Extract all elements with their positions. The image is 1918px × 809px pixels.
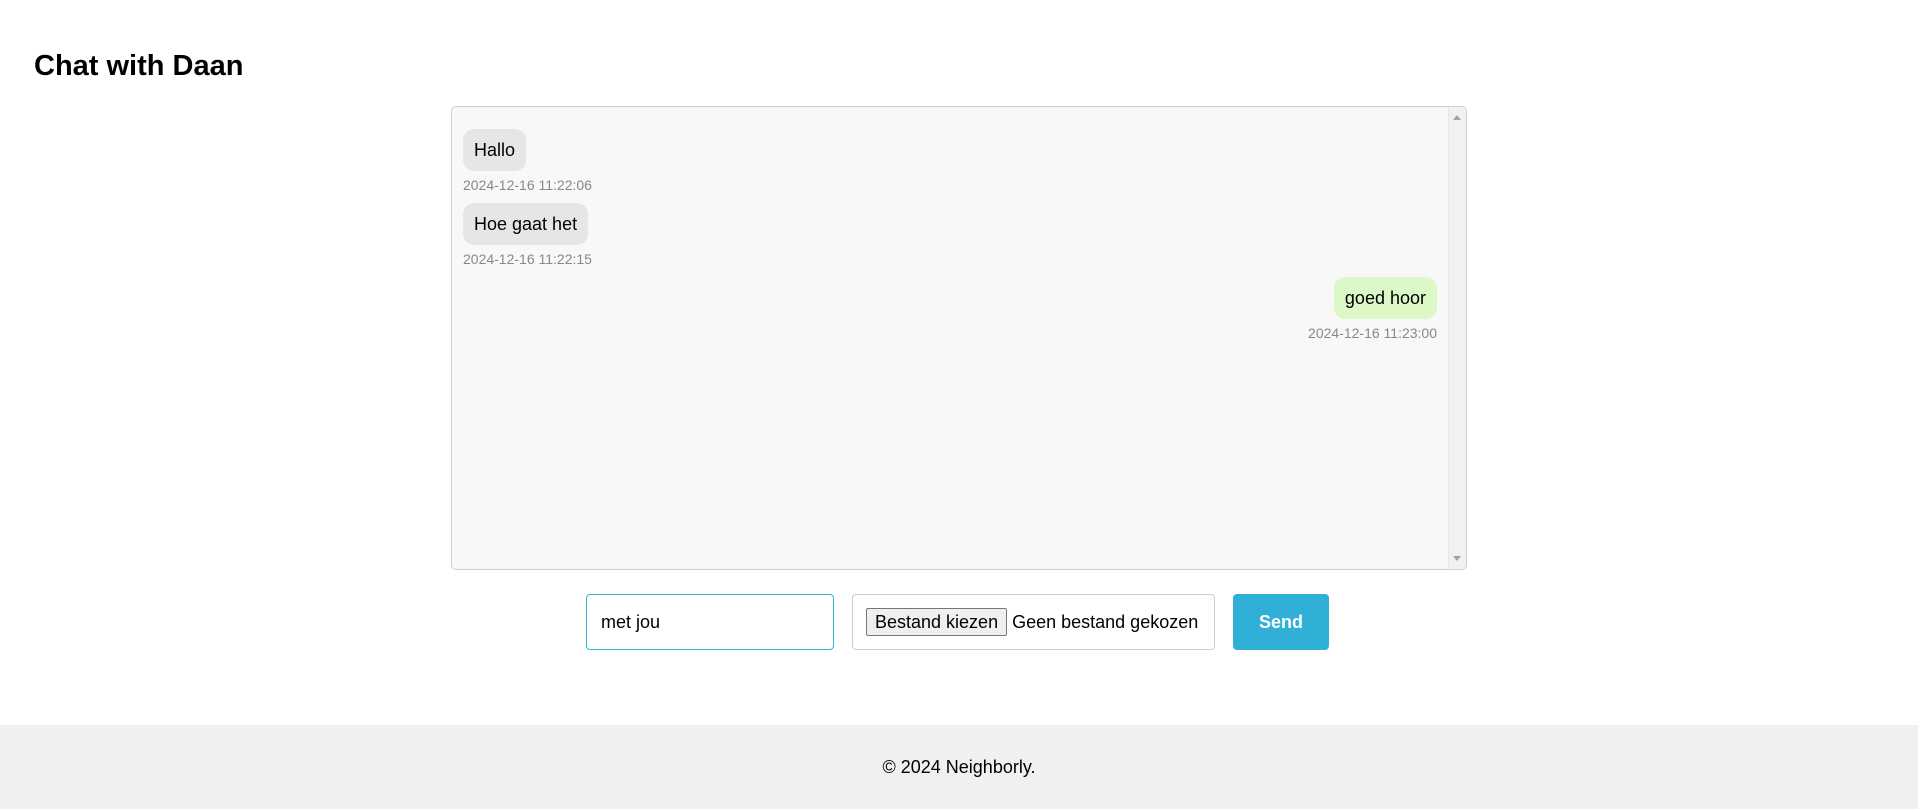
chat-page: Chat with Daan Hallo 2024-12-16 11:22:06… [0,0,1918,809]
footer-copyright: © 2024 Neighborly. [882,756,1036,777]
message-input[interactable] [586,594,834,650]
choose-file-button[interactable]: Bestand kiezen [866,608,1008,636]
message-bubble: Hallo [463,129,527,171]
page-title: Chat with Daan [34,50,244,82]
message-bubble: goed hoor [1333,277,1437,319]
message-composer: Bestand kiezen Geen bestand gekozen Send [586,594,1329,650]
message-item: Hallo 2024-12-16 11:22:06 [463,129,1437,193]
message-timestamp: 2024-12-16 11:22:06 [463,177,592,193]
file-status-text: Geen bestand gekozen [1012,611,1199,632]
message-item: Hoe gaat het 2024-12-16 11:22:15 [463,203,1437,267]
scroll-down-arrow-icon[interactable] [1453,556,1461,561]
scroll-up-arrow-icon[interactable] [1453,115,1461,120]
chat-window: Hallo 2024-12-16 11:22:06 Hoe gaat het 2… [451,106,1467,570]
message-timestamp: 2024-12-16 11:23:00 [1308,325,1437,341]
message-timestamp: 2024-12-16 11:22:15 [463,251,592,267]
chat-scrollbar[interactable] [1448,107,1466,569]
file-upload-field[interactable]: Bestand kiezen Geen bestand gekozen [852,594,1215,650]
message-item: goed hoor 2024-12-16 11:23:00 [463,277,1437,341]
message-list: Hallo 2024-12-16 11:22:06 Hoe gaat het 2… [452,107,1448,569]
message-bubble: Hoe gaat het [463,203,589,245]
send-button[interactable]: Send [1233,594,1329,650]
footer: © 2024 Neighborly. [0,725,1918,809]
